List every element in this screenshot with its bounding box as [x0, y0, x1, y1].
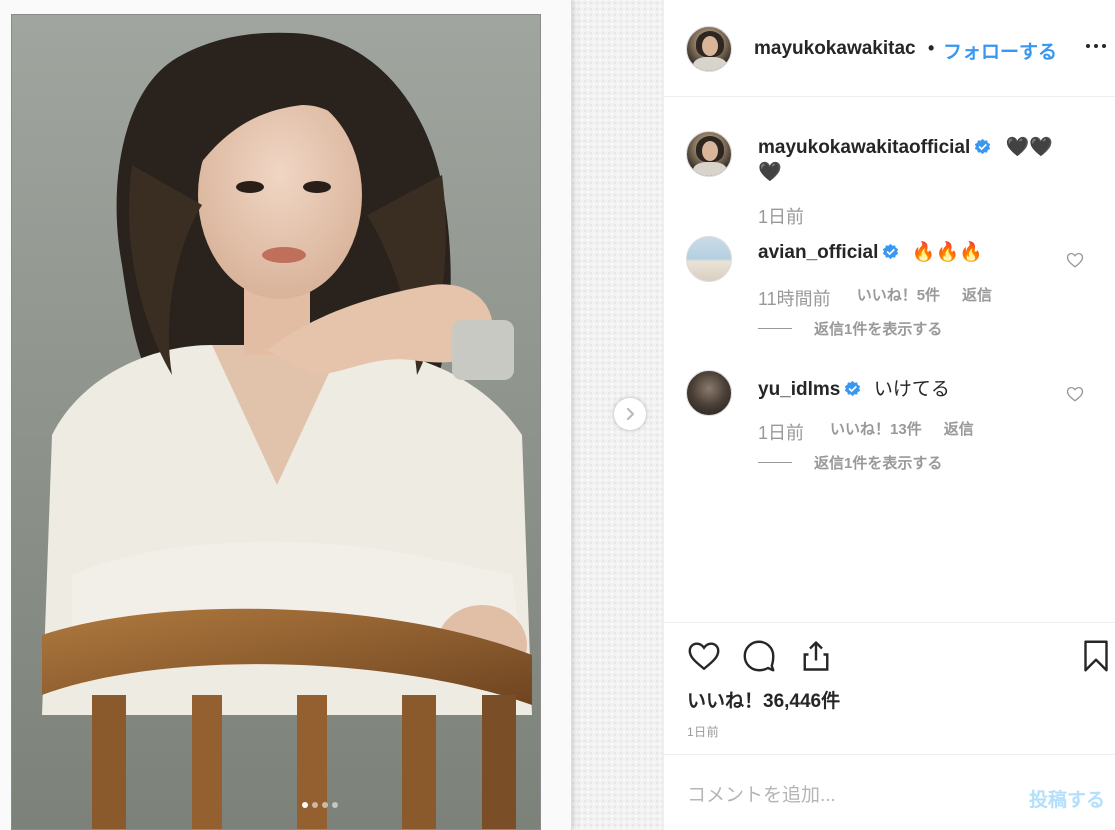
carousel-dot	[332, 802, 338, 808]
actions-divider	[664, 622, 1115, 623]
commenter-avatar[interactable]	[686, 236, 732, 282]
carousel-dot	[312, 802, 318, 808]
reply-button[interactable]: 返信	[962, 285, 992, 311]
caption-text-continued: 🖤	[758, 162, 782, 183]
more-options-icon[interactable]	[1086, 44, 1106, 48]
reply-button[interactable]: 返信	[944, 419, 974, 445]
post-comment-button[interactable]: 投稿する	[1029, 785, 1105, 812]
caption-author-avatar[interactable]	[686, 131, 732, 177]
comment-composer: 投稿する	[664, 754, 1115, 830]
chevron-right-icon	[626, 407, 635, 421]
divider	[758, 462, 792, 463]
comment-username[interactable]: yu_idlms	[758, 379, 840, 400]
comment: avian_official 🔥🔥🔥	[758, 240, 983, 264]
comment-text: いけてる	[873, 379, 950, 400]
carousel-next-button[interactable]	[614, 398, 646, 430]
heart-icon[interactable]	[686, 638, 722, 674]
view-replies-label: 返信1件を表示する	[814, 321, 943, 338]
view-replies-button[interactable]: 返信1件を表示する	[758, 318, 942, 339]
caption-text: 🖤🖤	[1005, 137, 1054, 158]
verified-badge-icon	[845, 380, 861, 397]
carousel-dot	[322, 802, 328, 808]
verified-badge-icon	[883, 243, 899, 260]
portrait-illustration	[12, 15, 540, 829]
caption-username[interactable]: mayukokawakitaofficial	[758, 137, 970, 158]
verified-badge-icon	[975, 138, 991, 155]
comment-username[interactable]: avian_official	[758, 242, 878, 263]
divider	[758, 328, 792, 329]
author-username[interactable]: mayukokawakitac	[754, 38, 916, 60]
likes-count[interactable]: いいね！36,446件	[687, 686, 840, 713]
comment-meta: 1日前 いいね！13件 返信	[758, 419, 974, 445]
header-separator: •	[928, 38, 935, 58]
commenter-avatar[interactable]	[686, 370, 732, 416]
post-timestamp[interactable]: 1日前	[687, 723, 719, 740]
comment-text: 🔥🔥🔥	[911, 242, 983, 263]
comment: yu_idlms いけてる	[758, 374, 950, 401]
comment-timestamp[interactable]: 1日前	[758, 419, 804, 445]
share-icon[interactable]	[798, 638, 834, 674]
comment-likes[interactable]: いいね！13件	[830, 419, 922, 445]
post-header: mayukokawakitac • フォローする	[664, 0, 1115, 97]
caption-timestamp: 1日前	[758, 207, 805, 227]
media-area	[0, 0, 663, 830]
comment-heart-icon[interactable]	[1066, 251, 1084, 269]
comment-timestamp[interactable]: 11時間前	[758, 285, 831, 311]
view-replies-label: 返信1件を表示する	[814, 455, 943, 472]
comment-likes[interactable]: いいね！5件	[857, 285, 940, 311]
author-avatar[interactable]	[686, 26, 732, 72]
photo-frame	[0, 0, 572, 830]
post-photo[interactable]	[11, 14, 541, 830]
comment-meta: 11時間前 いいね！5件 返信	[758, 285, 992, 311]
comment-input[interactable]	[687, 785, 1007, 807]
follow-button[interactable]: フォローする	[943, 37, 1057, 64]
comment-icon[interactable]	[741, 638, 777, 674]
post-side-panel: mayukokawakitac • フォローする mayukokawakitao…	[663, 0, 1115, 830]
bookmark-icon[interactable]	[1078, 638, 1114, 674]
caption: mayukokawakitaofficial 🖤🖤	[758, 135, 1053, 159]
comment-heart-icon[interactable]	[1066, 385, 1084, 403]
carousel-dot	[302, 802, 308, 808]
view-replies-button[interactable]: 返信1件を表示する	[758, 452, 942, 473]
carousel-indicator	[302, 802, 338, 808]
